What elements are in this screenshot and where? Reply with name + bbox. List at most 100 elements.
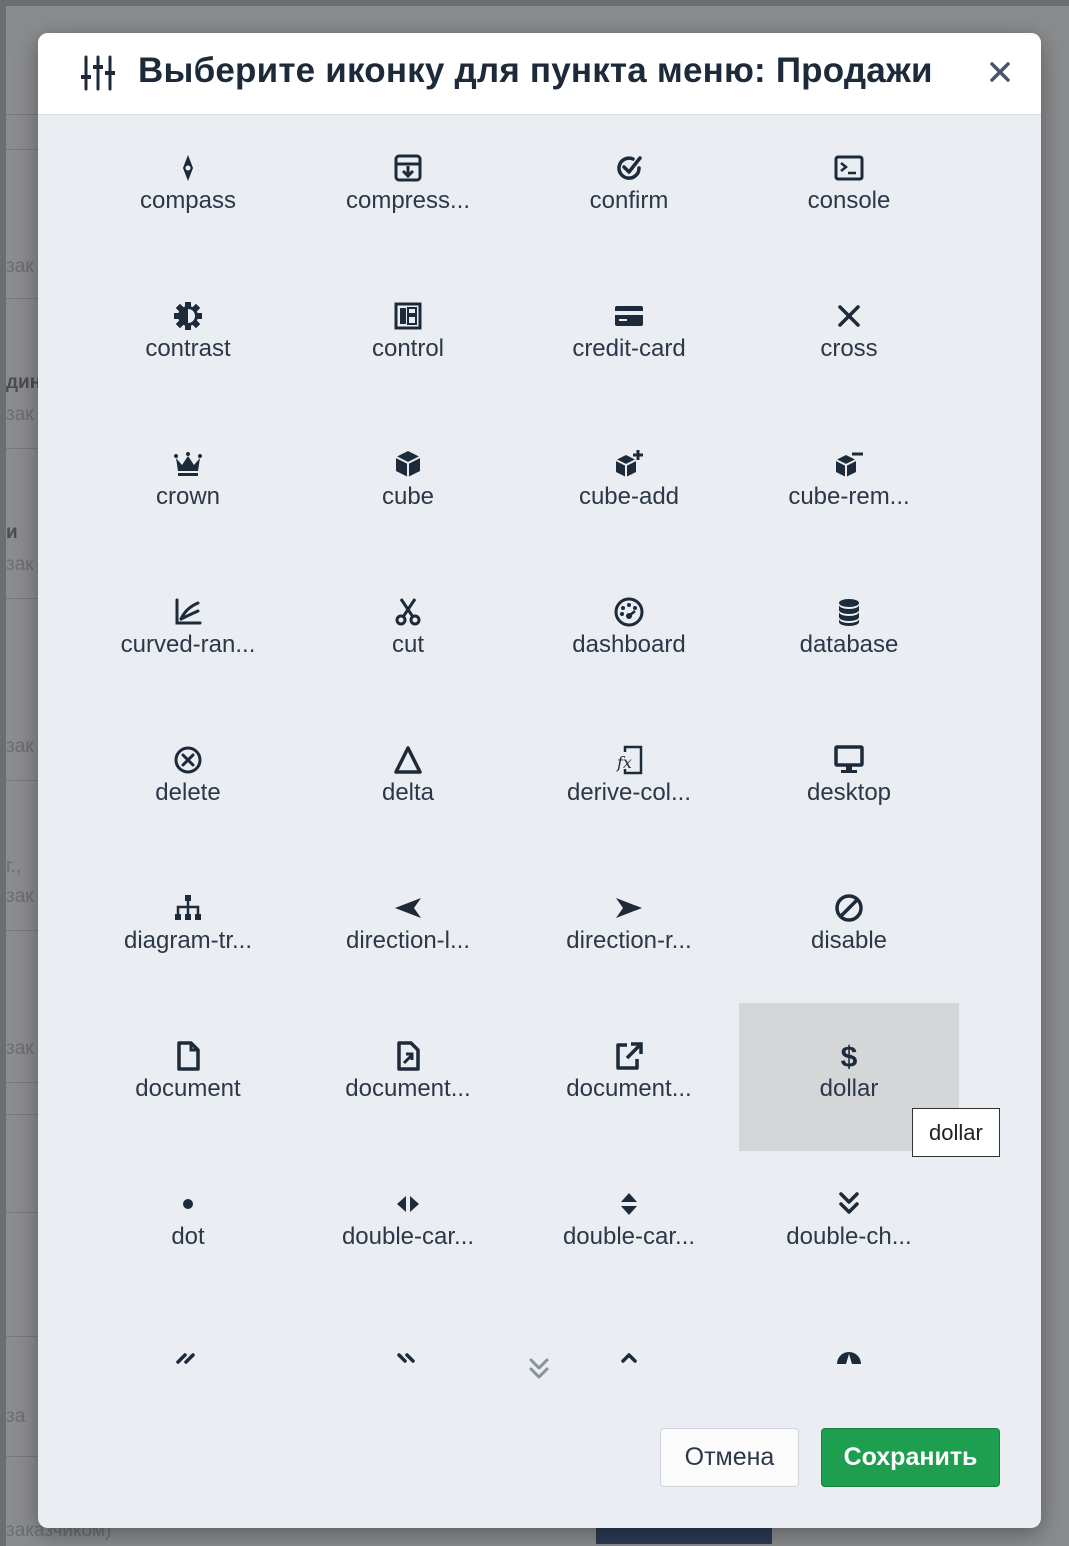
icon-option-label: delta [381,779,435,806]
icon-option-label: credit-card [572,335,686,362]
icon-option-double-chevron-right[interactable] [298,1299,518,1405]
credit-card-icon [612,299,646,333]
background-fragment: зак [6,736,34,757]
diagram-tree-icon [171,891,205,925]
contrast-icon [171,299,205,333]
icon-option-label: cube [381,483,435,510]
icon-option-delete[interactable]: delete [78,707,298,855]
icon-option-label: compass [139,187,237,214]
icon-option-delta[interactable]: delta [298,707,518,855]
icon-option-label: cube-rem... [788,483,910,510]
icon-option-label: dashboard [572,631,686,658]
icon-option-double-chevron-down[interactable]: double-ch... [739,1151,959,1299]
icon-option-label: double-ch... [786,1223,912,1250]
icon-option-direction-left[interactable]: direction-l... [298,855,518,1003]
icon-option-double-caret-horizontal[interactable]: double-car... [298,1151,518,1299]
dollar-icon: $ [832,1039,866,1073]
icon-option-label: crown [155,483,221,510]
icon-option-control[interactable]: control [298,263,518,411]
icon-option-contrast[interactable]: contrast [78,263,298,411]
icon-option-direction-right[interactable]: direction-r... [519,855,739,1003]
background-fragment: зак [6,886,34,907]
delta-icon [391,743,425,777]
cube-icon [391,447,425,481]
icon-option-label: double-car... [562,1223,696,1250]
tooltip: dollar [912,1108,1000,1157]
icon-option-confirm[interactable]: confirm [519,115,739,263]
close-icon[interactable] [985,57,1015,87]
icon-option-drawing[interactable] [739,1299,959,1405]
direction-left-icon [391,891,425,925]
icon-option-label: curved-ran... [120,631,256,658]
icon-option-compass[interactable]: compass [78,115,298,263]
icon-option-label: contrast [145,335,231,362]
icon-option-label: desktop [806,779,892,806]
document-share-icon [612,1039,646,1073]
svg-text:fx: fx [616,753,632,772]
icon-option-label: double-car... [341,1223,475,1250]
icon-option-label: direction-r... [566,927,692,954]
database-icon [832,595,866,629]
icon-option-label: console [807,187,891,214]
icon-option-label: diagram-tr... [123,927,253,954]
icon-option-label: cut [391,631,424,658]
icon-option-cube-remove[interactable]: cube-rem... [739,411,959,559]
icon-option-label: cross [820,335,878,362]
background-fragment: г., [6,856,22,877]
cross-icon [832,299,866,333]
icon-option-document-open[interactable]: document... [298,1003,518,1151]
icon-option-credit-card[interactable]: credit-card [519,263,739,411]
icon-option-cube-add[interactable]: cube-add [519,411,739,559]
derive-column-icon: fx [612,743,646,777]
icon-option-crown[interactable]: crown [78,411,298,559]
double-caret-horizontal-icon [391,1187,425,1221]
icon-option-cube[interactable]: cube [298,411,518,559]
icon-option-compress[interactable]: compress... [298,115,518,263]
icon-option-dot[interactable]: dot [78,1151,298,1299]
sliders-icon [80,53,116,93]
icon-option-curved-range[interactable]: curved-ran... [78,559,298,707]
icon-option-label: cube-add [578,483,680,510]
icon-option-desktop[interactable]: desktop [739,707,959,855]
icon-option-document-share[interactable]: document... [519,1003,739,1151]
icon-option-document[interactable]: document [78,1003,298,1151]
icon-option-double-chevron-up[interactable] [519,1299,739,1405]
icon-option-disable[interactable]: disable [739,855,959,1003]
document-open-icon [391,1039,425,1073]
document-icon [171,1039,205,1073]
cut-icon [391,595,425,629]
compress-icon [391,151,425,185]
double-chevron-down-scroll-icon[interactable] [524,1353,554,1383]
icon-option-database[interactable]: database [739,559,959,707]
svg-text:$: $ [841,1041,858,1072]
double-caret-vertical-icon [612,1187,646,1221]
icon-option-double-chevron-left[interactable] [78,1299,298,1405]
double-chevron-right-icon [391,1335,425,1369]
background-fragment: и [6,522,18,543]
double-chevron-down-icon [832,1187,866,1221]
icon-option-derive-column[interactable]: fx derive-col... [519,707,739,855]
dashboard-icon [612,595,646,629]
disable-icon [832,891,866,925]
icon-option-dashboard[interactable]: dashboard [519,559,739,707]
double-chevron-left-icon [171,1335,205,1369]
icon-option-label: direction-l... [345,927,471,954]
curved-range-icon [171,595,205,629]
icon-option-label: derive-col... [566,779,692,806]
save-button[interactable]: Сохранить [821,1428,1000,1487]
icon-grid: compass compress... confirm console contrast… [38,115,1041,1405]
icon-option-label: dot [171,1223,205,1250]
icon-option-cut[interactable]: cut [298,559,518,707]
cube-add-icon [612,447,646,481]
icon-option-diagram-tree[interactable]: diagram-tr... [78,855,298,1003]
icon-option-double-caret-vertical[interactable]: double-car... [519,1151,739,1299]
console-icon [832,151,866,185]
icon-option-cross[interactable]: cross [739,263,959,411]
icon-option-label: compress... [345,187,471,214]
background-fragment: зак [6,404,34,425]
background-fragment: зак [6,554,34,575]
cancel-button[interactable]: Отмена [660,1428,799,1487]
crown-icon [171,447,205,481]
icon-option-console[interactable]: console [739,115,959,263]
dot-icon [171,1187,205,1221]
